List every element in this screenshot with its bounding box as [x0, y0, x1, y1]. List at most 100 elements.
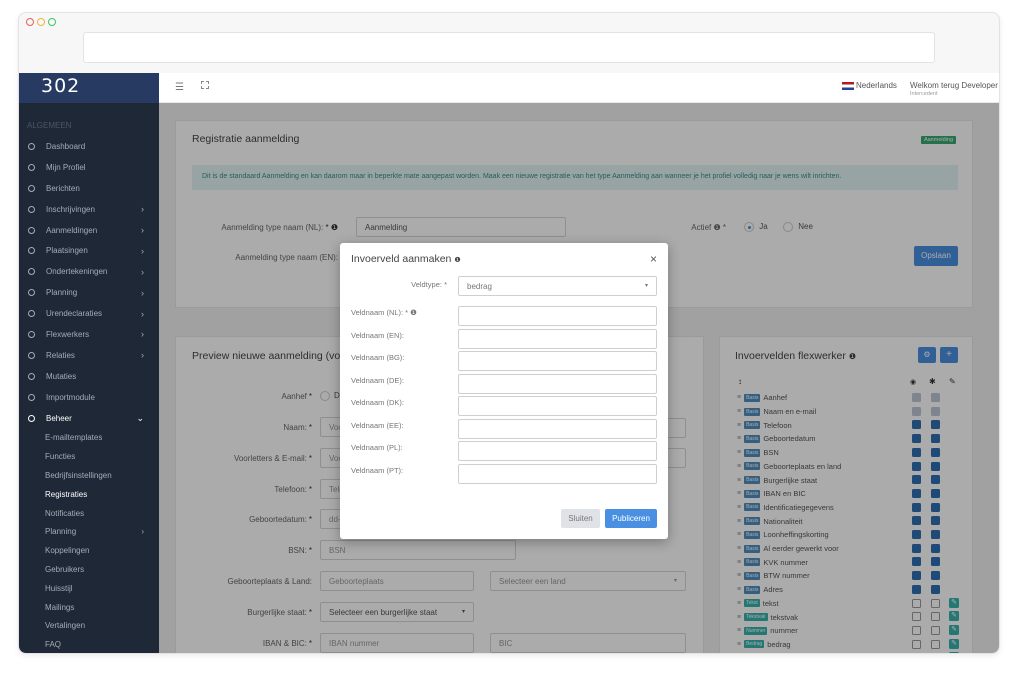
welcome-text[interactable]: Welkom terug Developer [910, 81, 998, 90]
sidebar-subitem[interactable]: Vertalingen [19, 616, 159, 635]
sidebar-item-label: Mijn Profiel [46, 162, 86, 172]
sidebar-item[interactable]: Inschrijvingen › [19, 199, 159, 220]
field-type-label-text: Veldtype: [411, 280, 442, 289]
chevron-icon: › [141, 225, 144, 235]
menu-icon[interactable]: ☰ [175, 82, 185, 93]
sidebar-subitem-label: Functies [45, 452, 76, 462]
calendar-icon [28, 289, 35, 297]
close-button[interactable]: Sluiten [561, 509, 600, 528]
sidebar-subitem-label: E-mailtemplates [45, 433, 103, 443]
sidebar-item-label: Urendeclaraties [46, 309, 103, 319]
flag-icon [842, 82, 854, 90]
sidebar-subitem[interactable]: Koppelingen [19, 541, 159, 560]
field-name-input[interactable] [458, 441, 657, 461]
sidebar-item[interactable]: Mijn Profiel [19, 157, 159, 178]
field-type-label: Veldtype: * [411, 280, 447, 289]
field-name-input[interactable] [458, 351, 657, 371]
sidebar-item-label: Flexwerkers [46, 329, 90, 339]
field-name-input[interactable] [458, 373, 657, 394]
maximize-dot[interactable] [48, 18, 56, 26]
building-icon [28, 351, 35, 359]
chevron-icon: › [141, 245, 144, 256]
sidebar-subnav: E-mailtemplates Functies Bedrijfsinstellin… [19, 428, 159, 653]
visible-checkbox[interactable] [912, 653, 921, 654]
sidebar-item-label: Beheer [46, 413, 72, 423]
sidebar: 302 ALGEMEEN Dashboard Mijn Profiel Berich… [19, 73, 159, 653]
field-name-label-text: Veldnaam (DK): [351, 398, 404, 407]
sidebar-item[interactable]: Mutaties [19, 366, 159, 387]
sidebar-item[interactable]: Beheer ⌄ [19, 408, 159, 429]
field-name-label-text: Veldnaam (NL): [351, 308, 404, 317]
chevron-icon: › [141, 527, 144, 537]
field-type-value: bedrag [467, 282, 492, 291]
sidebar-item-label: Planning [46, 288, 78, 298]
clock-icon [28, 310, 35, 318]
field-name-label: Veldnaam (NL): * ❶ [351, 308, 417, 317]
sidebar-subitem[interactable]: E-mailtemplates [19, 428, 159, 447]
browser-window: 302 ALGEMEEN Dashboard Mijn Profiel Berich… [18, 12, 1000, 654]
chevron-icon: › [141, 204, 144, 215]
required-checkbox[interactable] [931, 653, 940, 654]
sidebar-item-label: Relaties [46, 350, 75, 360]
field-name-input[interactable] [458, 396, 657, 416]
bookmark-icon [28, 247, 35, 255]
check-square-icon [28, 372, 35, 380]
sidebar-item[interactable]: Relaties › [19, 345, 159, 366]
close-icon[interactable]: × [650, 252, 657, 266]
sidebar-item-label: Plaatsingen [46, 246, 88, 256]
sidebar-item[interactable]: Plaatsingen › [19, 240, 159, 261]
chevron-icon: › [141, 287, 144, 298]
language-selector[interactable]: Nederlands [856, 81, 897, 90]
logo[interactable]: 302 [19, 73, 159, 103]
sidebar-subitem-label: Koppelingen [45, 546, 90, 556]
modal-title-text: Invoerveld aanmaken [351, 253, 452, 265]
sidebar-item[interactable]: Flexwerkers › [19, 324, 159, 345]
address-bar[interactable] [83, 32, 935, 63]
sidebar-subitem[interactable]: Registraties [19, 485, 159, 504]
sidebar-item[interactable]: Importmodule [19, 387, 159, 408]
sidebar-subitem[interactable]: Planning › [19, 522, 159, 541]
sidebar-subitem[interactable]: Notificaties [19, 504, 159, 523]
field-name-label: Veldnaam (EN): [351, 331, 404, 340]
sidebar-item[interactable]: Dashboard [19, 136, 159, 157]
sidebar-subitem-label: Huisstijl [45, 583, 73, 593]
field-name-input[interactable] [458, 463, 657, 484]
field-name-input[interactable] [458, 306, 657, 326]
sidebar-subitem-label: Notificaties [45, 508, 85, 518]
chevron-icon: › [141, 266, 144, 277]
sidebar-subitem-label: Planning [45, 527, 77, 537]
sidebar-subitem[interactable]: FAQ [19, 635, 159, 653]
field-name-input[interactable] [458, 328, 657, 349]
fullscreen-icon[interactable] [201, 81, 209, 89]
sidebar-section-title: ALGEMEEN [27, 121, 72, 130]
chevron-icon: › [141, 329, 144, 340]
sidebar-item[interactable]: Berichten [19, 178, 159, 199]
sidebar-item-label: Mutaties [46, 371, 77, 381]
sidebar-item[interactable]: Urendeclaraties › [19, 303, 159, 324]
close-dot[interactable] [26, 18, 34, 26]
minimize-dot[interactable] [37, 18, 45, 26]
publish-button[interactable]: Publiceren [605, 509, 657, 528]
chevron-icon: › [141, 350, 144, 361]
gear-icon [28, 414, 35, 422]
sidebar-subitem[interactable]: Functies [19, 447, 159, 466]
user-role: Intercedent [910, 91, 938, 97]
dashboard-icon [28, 142, 35, 150]
sidebar-item-label: Berichten [46, 183, 80, 193]
sidebar-item-label: Inschrijvingen [46, 204, 95, 214]
field-name-label: Veldnaam (PL): [351, 443, 403, 452]
window-controls [26, 18, 56, 26]
sidebar-item-label: Dashboard [46, 141, 86, 151]
chevron-icon: › [141, 308, 144, 319]
sidebar-subitem[interactable]: Bedrijfsinstellingen [19, 466, 159, 485]
sidebar-subitem[interactable]: Mailings [19, 598, 159, 617]
sidebar-subitem[interactable]: Gebruikers [19, 560, 159, 579]
sidebar-item[interactable]: Aanmeldingen › [19, 220, 159, 241]
sidebar-item[interactable]: Ondertekeningen › [19, 261, 159, 282]
sidebar-item[interactable]: Planning › [19, 282, 159, 303]
field-name-label: Veldnaam (BG): [351, 353, 404, 362]
field-name-input[interactable] [458, 418, 657, 439]
field-type-select[interactable]: bedrag ▾ [458, 276, 657, 296]
field-name-label-text: Veldnaam (PT): [351, 465, 404, 475]
sidebar-subitem[interactable]: Huisstijl [19, 579, 159, 598]
